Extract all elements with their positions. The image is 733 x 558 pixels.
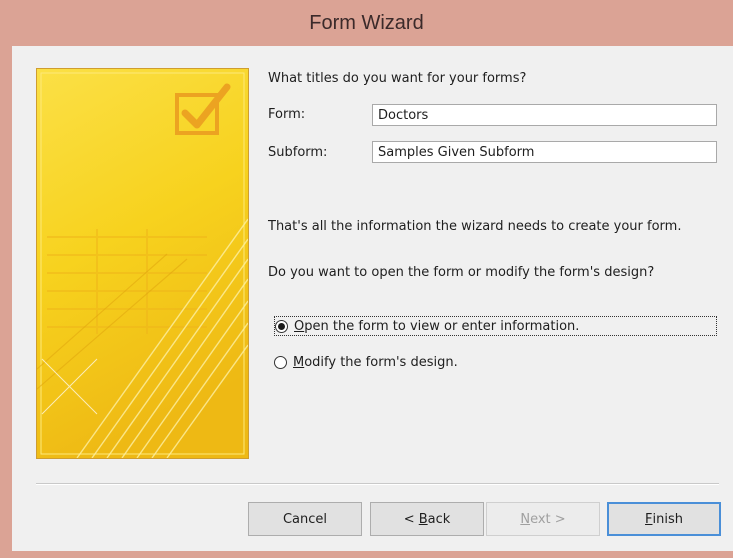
wizard-art-panel	[36, 68, 249, 459]
subform-title-input[interactable]	[372, 141, 717, 163]
cancel-button[interactable]: Cancel	[248, 502, 362, 536]
open-form-option[interactable]: Open the form to view or enter informati…	[274, 316, 717, 336]
modify-design-radio[interactable]	[274, 355, 287, 369]
open-form-radio[interactable]	[275, 319, 288, 333]
window-title: Form Wizard	[309, 11, 424, 34]
form-wizard-window: Form Wizard What titles do you want for …	[0, 0, 733, 558]
button-separator	[36, 483, 719, 485]
form-title-label: Form:	[268, 107, 306, 122]
checkbox-check-icon	[175, 83, 231, 135]
open-form-label: Open the form to view or enter informati…	[294, 318, 580, 334]
dialog-body: What titles do you want for your forms? …	[12, 46, 733, 551]
title-bar[interactable]: Form Wizard	[0, 0, 733, 46]
back-button[interactable]: < Back	[370, 502, 484, 536]
next-button[interactable]: Next >	[486, 502, 600, 536]
modify-design-label: Modify the form's design.	[293, 354, 458, 370]
finish-button[interactable]: Finish	[607, 502, 721, 536]
form-title-input[interactable]	[372, 104, 717, 126]
titles-heading: What titles do you want for your forms?	[268, 71, 527, 86]
modify-design-option[interactable]: Modify the form's design.	[274, 352, 458, 372]
subform-title-label: Subform:	[268, 145, 328, 160]
info-text: That's all the information the wizard ne…	[268, 219, 682, 234]
question-text: Do you want to open the form or modify t…	[268, 265, 655, 280]
